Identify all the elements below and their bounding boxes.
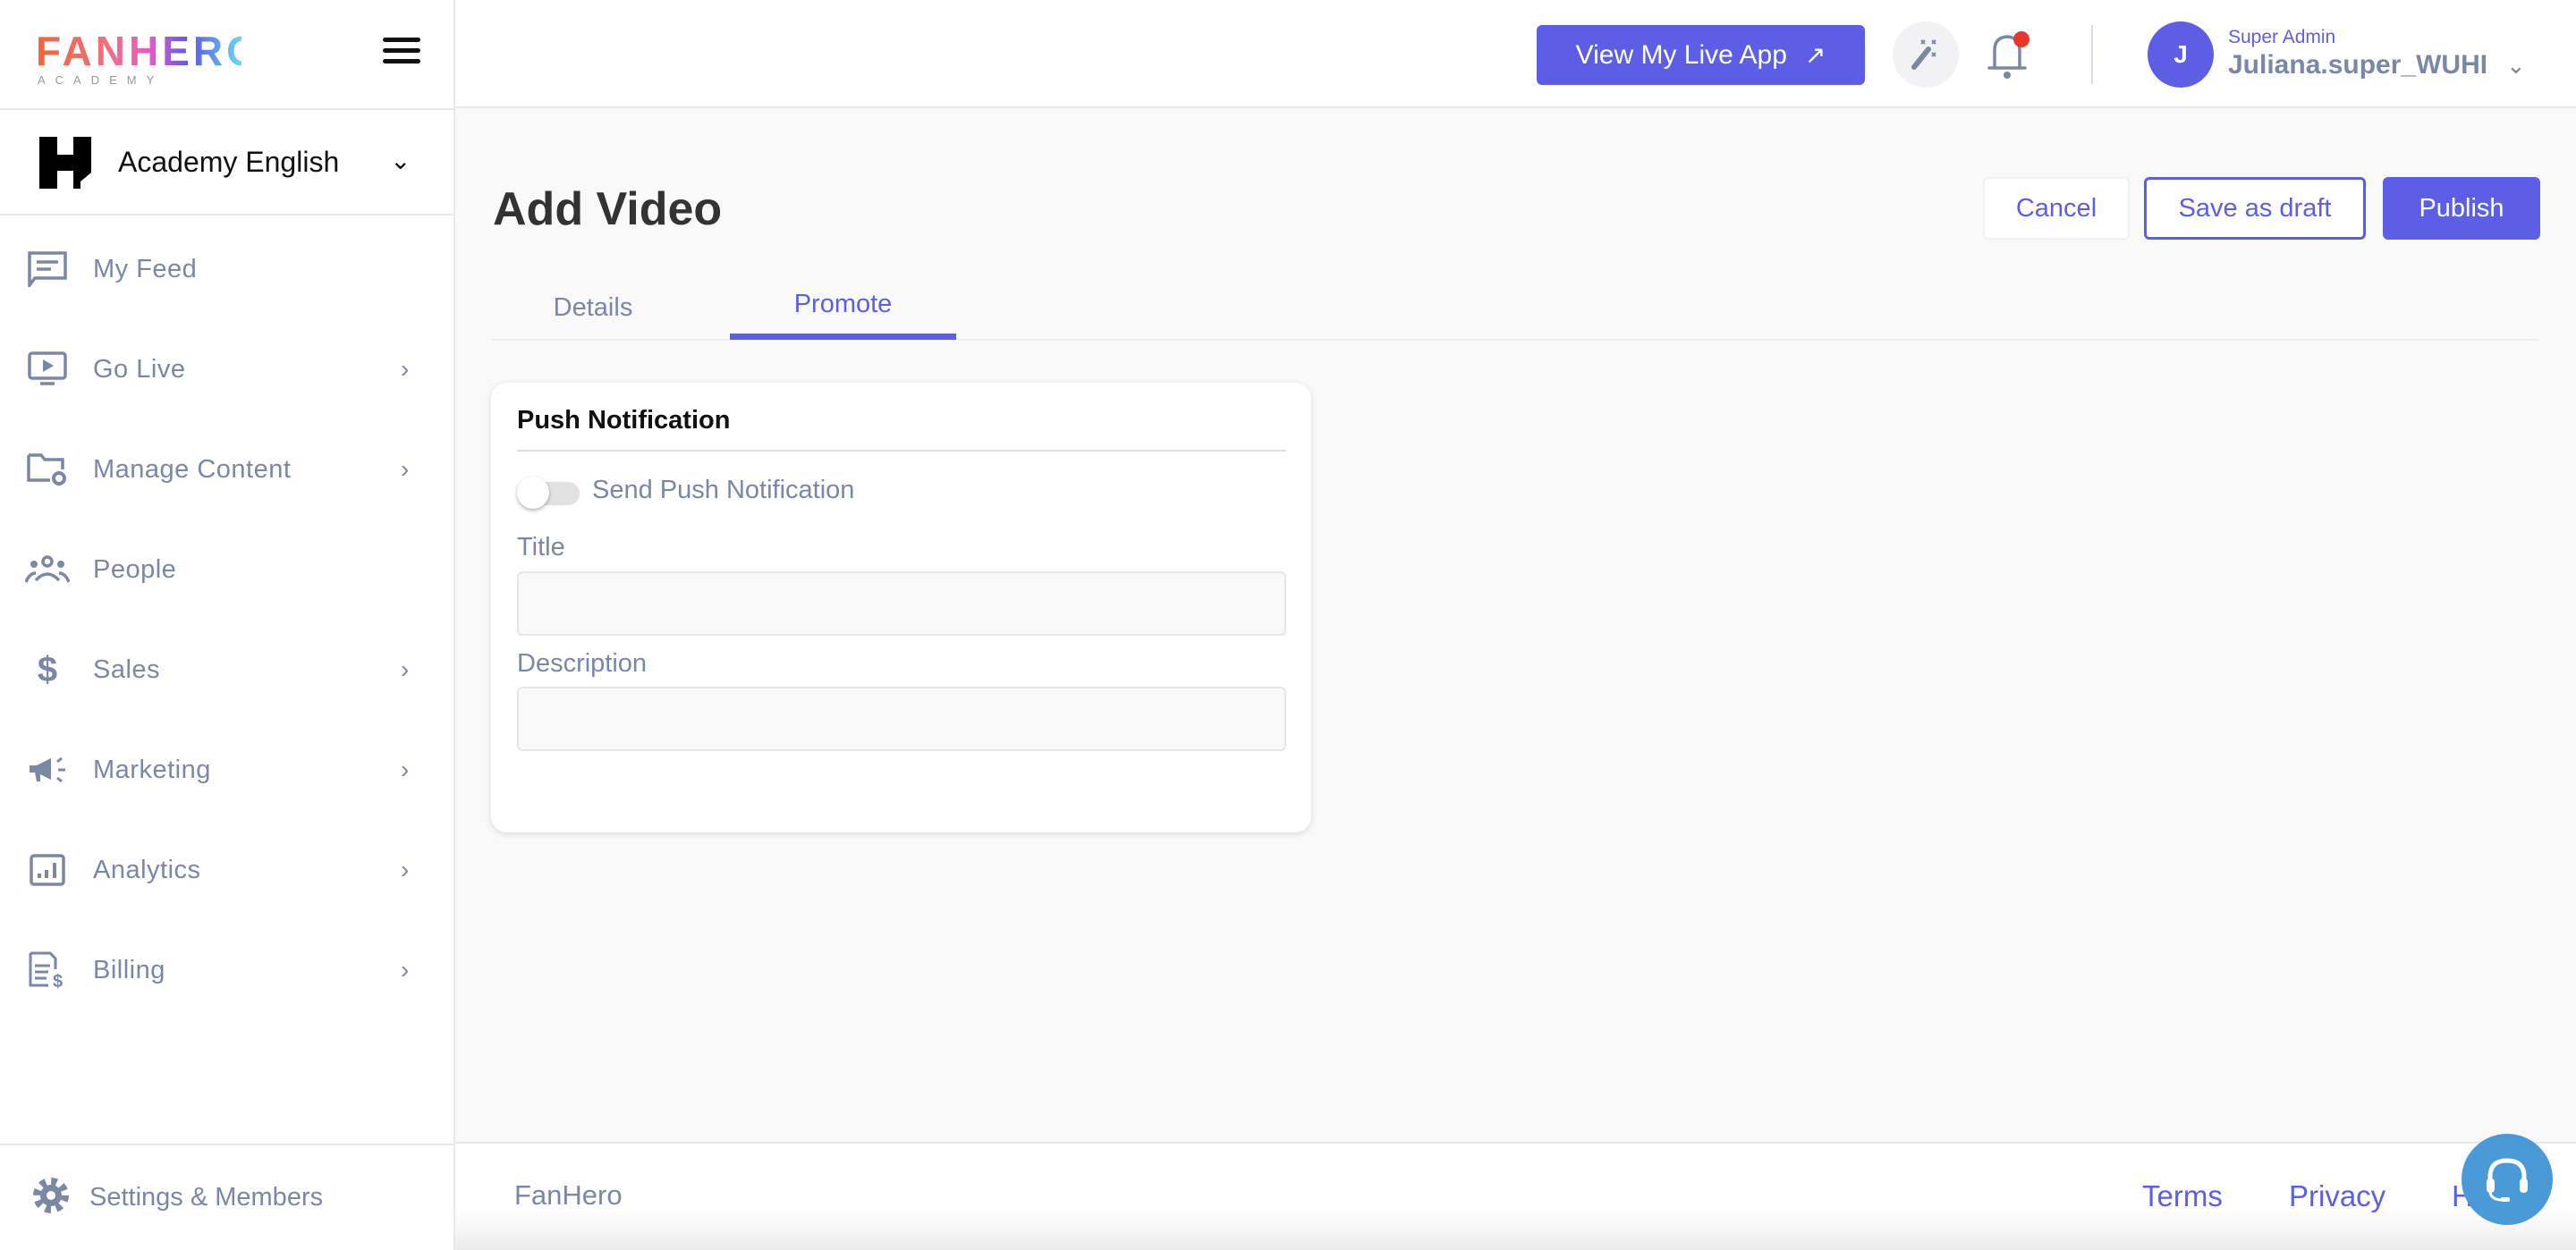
chevron-right-icon: › <box>401 856 410 883</box>
chevron-down-icon[interactable]: ⌄ <box>2506 52 2526 80</box>
tab-details[interactable]: Details <box>491 293 695 323</box>
notification-dot <box>2013 31 2029 47</box>
magic-wand-button[interactable] <box>1893 21 1959 88</box>
send-push-toggle[interactable] <box>517 477 580 509</box>
fanhero-logo[interactable]: FANHERO ACADEMY <box>36 27 262 89</box>
sidebar-item-people[interactable]: People <box>0 519 453 620</box>
cancel-button[interactable]: Cancel <box>1983 177 2130 240</box>
chevron-right-icon: › <box>401 655 410 683</box>
settings-members-link[interactable]: Settings & Members <box>0 1144 453 1250</box>
logo-subtitle: ACADEMY <box>38 73 165 87</box>
title-label: Title <box>517 533 565 562</box>
play-screen-icon <box>0 351 93 387</box>
sidebar-item-label: Marketing <box>93 755 211 784</box>
footer-brand: FanHero <box>514 1179 623 1211</box>
chart-icon <box>0 854 93 886</box>
settings-label: Settings & Members <box>89 1183 324 1212</box>
card-title: Push Notification <box>517 406 731 435</box>
view-live-app-button[interactable]: View My Live App ↗ <box>1537 25 1865 85</box>
chevron-right-icon: › <box>401 355 410 383</box>
button-label: View My Live App <box>1575 39 1787 70</box>
page-title: Add Video <box>493 183 723 235</box>
svg-text:$: $ <box>53 972 63 989</box>
description-input[interactable] <box>517 687 1286 751</box>
sidebar-item-label: Go Live <box>93 354 186 384</box>
chevron-right-icon: › <box>401 455 410 483</box>
chevron-down-icon: ⌄ <box>390 147 411 174</box>
notifications-button[interactable] <box>1987 29 2034 82</box>
folder-gear-icon <box>0 452 93 487</box>
workspace-selector[interactable]: Academy English ⌄ <box>0 108 453 215</box>
save-draft-button[interactable]: Save as draft <box>2144 177 2366 240</box>
sidebar-item-sales[interactable]: $ Sales › <box>0 620 453 720</box>
people-icon <box>0 555 93 584</box>
tab-promote[interactable]: Promote <box>730 290 956 319</box>
divider <box>2091 25 2093 84</box>
dollar-icon: $ <box>37 649 58 689</box>
feed-icon <box>0 251 93 287</box>
sidebar-item-billing[interactable]: $ Billing › <box>0 920 453 1020</box>
sidebar-item-label: Billing <box>93 955 165 984</box>
publish-button[interactable]: Publish <box>2383 177 2540 240</box>
megaphone-icon <box>0 755 93 785</box>
magic-wand-icon <box>1911 39 1936 70</box>
user-role: Super Admin <box>2228 27 2336 47</box>
workspace-name: Academy English <box>118 146 340 178</box>
terms-link[interactable]: Terms <box>2142 1179 2223 1213</box>
privacy-link[interactable]: Privacy <box>2289 1179 2385 1213</box>
sidebar-item-label: Manage Content <box>93 454 292 484</box>
chevron-right-icon: › <box>401 756 410 783</box>
sidebar-item-marketing[interactable]: Marketing › <box>0 720 453 820</box>
external-link-icon: ↗ <box>1804 41 1826 69</box>
user-name[interactable]: Juliana.super_WUHI <box>2228 50 2487 80</box>
push-notification-card: Push Notification Send Push Notification… <box>491 383 1311 832</box>
invoice-icon: $ <box>0 951 93 989</box>
footer: FanHero Terms Privacy Help <box>455 1142 2576 1250</box>
support-chat-button[interactable] <box>2462 1134 2553 1225</box>
bell-icon <box>1987 31 2029 79</box>
divider <box>517 450 1286 452</box>
gear-icon <box>30 1175 72 1220</box>
sidebar-item-go-live[interactable]: Go Live › <box>0 319 453 419</box>
sidebar-item-label: Analytics <box>93 855 201 884</box>
sidebar-item-label: My Feed <box>93 254 198 283</box>
send-push-label: Send Push Notification <box>592 476 855 504</box>
hamburger-menu-icon[interactable] <box>383 38 420 64</box>
logo-text: FANHERO <box>36 28 262 74</box>
sidebar: FANHERO ACADEMY Academy English ⌄ My Fee… <box>0 0 455 1250</box>
sidebar-item-label: People <box>93 554 177 584</box>
active-tab-indicator <box>730 334 956 340</box>
chevron-right-icon: › <box>401 956 410 984</box>
sidebar-item-my-feed[interactable]: My Feed <box>0 219 453 319</box>
fh-logo-icon <box>39 137 91 189</box>
headset-icon <box>2487 1158 2528 1202</box>
description-label: Description <box>517 649 648 678</box>
sidebar-item-analytics[interactable]: Analytics › <box>0 820 453 920</box>
title-input[interactable] <box>517 571 1286 636</box>
avatar[interactable]: J <box>2148 21 2214 88</box>
sidebar-item-label: Sales <box>93 655 161 684</box>
sidebar-item-manage-content[interactable]: Manage Content › <box>0 419 453 519</box>
